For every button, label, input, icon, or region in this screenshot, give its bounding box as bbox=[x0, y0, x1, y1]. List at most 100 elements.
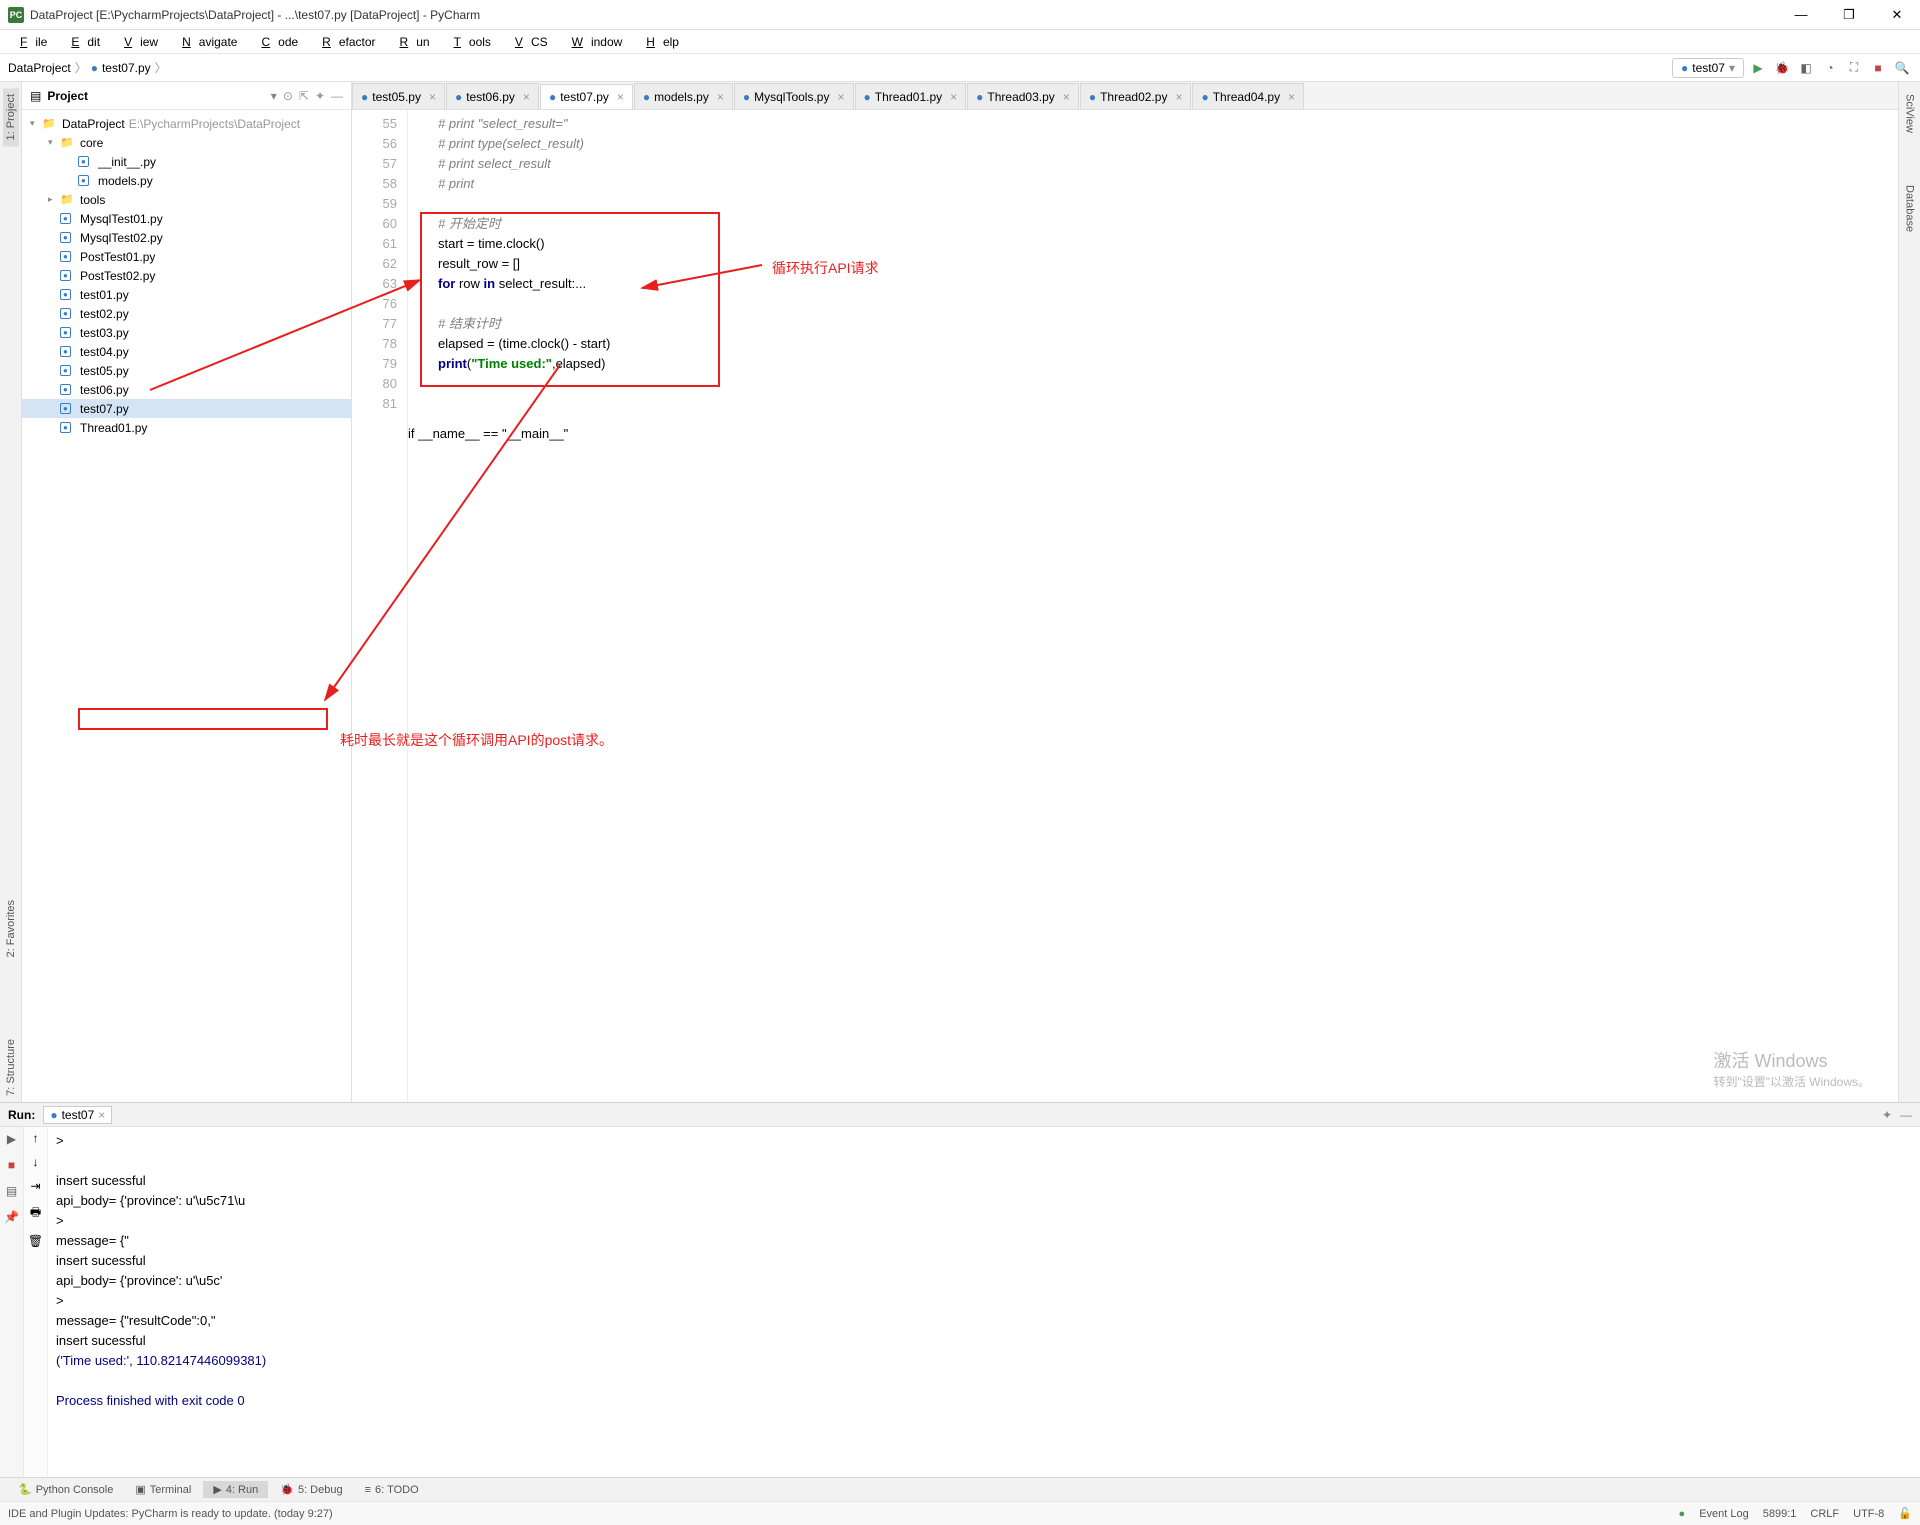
line-separator[interactable]: CRLF bbox=[1810, 1508, 1839, 1520]
tree-item-test05-py[interactable]: test05.py bbox=[22, 361, 351, 380]
tree-item-thread01-py[interactable]: Thread01.py bbox=[22, 418, 351, 437]
run-toolbar-primary: ▶ ■ ▤ 📌 bbox=[0, 1127, 24, 1477]
navigation-bar: DataProject 〉 ● test07.py 〉 ●test07▾ ▶ 🐞… bbox=[0, 54, 1920, 82]
bottom-tab-python-console[interactable]: 🐍Python Console bbox=[8, 1481, 123, 1498]
status-message: IDE and Plugin Updates: PyCharm is ready… bbox=[8, 1508, 333, 1520]
down-button[interactable]: ↓ bbox=[33, 1155, 39, 1169]
tree-item-mysqltest01-py[interactable]: MysqlTest01.py bbox=[22, 209, 351, 228]
event-log-link[interactable]: Event Log bbox=[1699, 1508, 1749, 1520]
tree-item-__init__-py[interactable]: __init__.py bbox=[22, 152, 351, 171]
pin-button[interactable]: 📌 bbox=[4, 1209, 20, 1225]
tree-item-test03-py[interactable]: test03.py bbox=[22, 323, 351, 342]
editor-tab-test06-py[interactable]: ●test06.py× bbox=[446, 83, 539, 109]
menu-edit[interactable]: Edit bbox=[55, 33, 108, 51]
hide-icon[interactable]: — bbox=[331, 89, 343, 103]
stop-button[interactable]: ■ bbox=[4, 1157, 20, 1173]
editor-area: ●test05.py×●test06.py×●test07.py×●models… bbox=[352, 82, 1898, 1102]
editor-tab-thread03-py[interactable]: ●Thread03.py× bbox=[967, 83, 1079, 109]
editor-tab-thread02-py[interactable]: ●Thread02.py× bbox=[1080, 83, 1192, 109]
code-editor[interactable]: 555657585960616263767778798081 # print "… bbox=[352, 110, 1898, 1102]
editor-tab-thread04-py[interactable]: ●Thread04.py× bbox=[1192, 83, 1304, 109]
bottom-tab-terminal[interactable]: ▣Terminal bbox=[125, 1481, 201, 1498]
menu-navigate[interactable]: Navigate bbox=[166, 33, 245, 51]
editor-tab-test05-py[interactable]: ●test05.py× bbox=[352, 83, 445, 109]
wrap-button[interactable]: ⇥ bbox=[30, 1179, 40, 1193]
folder-icon: ▤ bbox=[30, 89, 41, 103]
run-tab[interactable]: ●test07× bbox=[43, 1106, 112, 1124]
breadcrumb-separator: 〉 bbox=[75, 59, 87, 76]
breadcrumb-root[interactable]: DataProject bbox=[8, 61, 71, 75]
tool-tab-database[interactable]: Database bbox=[1902, 179, 1918, 238]
code-content[interactable]: # print "select_result="# print type(sel… bbox=[408, 110, 1898, 1102]
line-gutter: 555657585960616263767778798081 bbox=[352, 110, 408, 1102]
settings-icon[interactable]: ✦ bbox=[315, 89, 325, 103]
editor-tab-mysqltools-py[interactable]: ●MysqlTools.py× bbox=[734, 83, 854, 109]
tree-item-posttest02-py[interactable]: PostTest02.py bbox=[22, 266, 351, 285]
menu-run[interactable]: Run bbox=[384, 33, 438, 51]
tree-item-test02-py[interactable]: test02.py bbox=[22, 304, 351, 323]
run-console[interactable]: > insert sucessfulapi_body= {'province':… bbox=[48, 1127, 1920, 1477]
layout-button[interactable]: ▤ bbox=[4, 1183, 20, 1199]
tree-item-tools[interactable]: ▸tools bbox=[22, 190, 351, 209]
hide-icon[interactable]: — bbox=[1900, 1108, 1912, 1122]
menu-refactor[interactable]: Refactor bbox=[306, 33, 383, 51]
run-toolbar-secondary: ↑ ↓ ⇥ 🖶 🗑 bbox=[24, 1127, 48, 1477]
bottom-tab-6-todo[interactable]: ≡6: TODO bbox=[355, 1482, 429, 1498]
profile-button[interactable]: ◔ bbox=[1820, 58, 1840, 78]
close-button[interactable]: ✕ bbox=[1882, 7, 1912, 23]
tree-item-test06-py[interactable]: test06.py bbox=[22, 380, 351, 399]
window-titlebar: PC DataProject [E:\PycharmProjects\DataP… bbox=[0, 0, 1920, 30]
menu-tools[interactable]: Tools bbox=[438, 33, 499, 51]
editor-tab-thread01-py[interactable]: ●Thread01.py× bbox=[855, 83, 967, 109]
menu-vcs[interactable]: VCS bbox=[499, 33, 556, 51]
breadcrumb-file[interactable]: test07.py bbox=[102, 61, 151, 75]
menu-file[interactable]: File bbox=[4, 33, 55, 51]
menu-code[interactable]: Code bbox=[245, 33, 306, 51]
chevron-down-icon[interactable]: ▾ bbox=[271, 89, 277, 103]
tree-item-mysqltest02-py[interactable]: MysqlTest02.py bbox=[22, 228, 351, 247]
concurrency-button[interactable]: ⛶ bbox=[1844, 58, 1864, 78]
window-title: DataProject [E:\PycharmProjects\DataProj… bbox=[30, 8, 1786, 22]
bottom-tab-4-run[interactable]: ▶4: Run bbox=[203, 1481, 268, 1498]
search-everywhere-button[interactable]: 🔍 bbox=[1892, 58, 1912, 78]
project-tree[interactable]: ▾DataProjectE:\PycharmProjects\DataProje… bbox=[22, 110, 351, 1102]
run-panel-label: Run: bbox=[8, 1108, 35, 1122]
settings-icon[interactable]: ✦ bbox=[1882, 1108, 1892, 1122]
bottom-tool-bar: 🐍Python Console▣Terminal▶4: Run🐞5: Debug… bbox=[0, 1477, 1920, 1501]
tool-tab-structure[interactable]: 7: Structure bbox=[3, 1033, 19, 1102]
file-encoding[interactable]: UTF-8 bbox=[1853, 1508, 1884, 1520]
run-button[interactable]: ▶ bbox=[1748, 58, 1768, 78]
minimize-button[interactable]: — bbox=[1786, 7, 1816, 23]
bottom-tab-5-debug[interactable]: 🐞5: Debug bbox=[270, 1481, 352, 1498]
tree-item-posttest01-py[interactable]: PostTest01.py bbox=[22, 247, 351, 266]
readonly-icon[interactable]: 🔓 bbox=[1898, 1507, 1912, 1520]
clear-button[interactable]: 🗑 bbox=[28, 1234, 43, 1248]
locate-icon[interactable]: ⊙ bbox=[283, 89, 293, 103]
tool-tab-favorites[interactable]: 2: Favorites bbox=[3, 894, 19, 963]
stop-button[interactable]: ■ bbox=[1868, 58, 1888, 78]
up-button[interactable]: ↑ bbox=[33, 1131, 39, 1145]
tree-item-models-py[interactable]: models.py bbox=[22, 171, 351, 190]
run-config-selector[interactable]: ●test07▾ bbox=[1672, 58, 1744, 78]
debug-button[interactable]: 🐞 bbox=[1772, 58, 1792, 78]
menu-window[interactable]: Window bbox=[556, 33, 631, 51]
tree-item-core[interactable]: ▾core bbox=[22, 133, 351, 152]
print-button[interactable]: 🖶 bbox=[30, 1203, 41, 1224]
maximize-button[interactable]: ❐ bbox=[1834, 7, 1864, 23]
menu-help[interactable]: Help bbox=[630, 33, 687, 51]
tree-item-test04-py[interactable]: test04.py bbox=[22, 342, 351, 361]
collapse-icon[interactable]: ⇱ bbox=[299, 89, 309, 103]
menu-view[interactable]: View bbox=[108, 33, 166, 51]
rerun-button[interactable]: ▶ bbox=[4, 1131, 20, 1147]
breadcrumb[interactable]: DataProject 〉 ● test07.py 〉 bbox=[8, 59, 167, 76]
tree-item-test01-py[interactable]: test01.py bbox=[22, 285, 351, 304]
right-tool-rail: SciView Database bbox=[1898, 82, 1920, 1102]
coverage-button[interactable]: ◧ bbox=[1796, 58, 1816, 78]
tool-tab-project[interactable]: 1: Project bbox=[3, 88, 19, 146]
tool-tab-sciview[interactable]: SciView bbox=[1902, 88, 1918, 139]
tree-item-test07-py[interactable]: test07.py bbox=[22, 399, 351, 418]
editor-tab-models-py[interactable]: ●models.py× bbox=[634, 83, 733, 109]
editor-tab-test07-py[interactable]: ●test07.py× bbox=[540, 84, 633, 110]
tree-item-dataproject[interactable]: ▾DataProjectE:\PycharmProjects\DataProje… bbox=[22, 114, 351, 133]
project-sidebar: ▤ Project ▾ ⊙ ⇱ ✦ — ▾DataProjectE:\Pycha… bbox=[22, 82, 352, 1102]
